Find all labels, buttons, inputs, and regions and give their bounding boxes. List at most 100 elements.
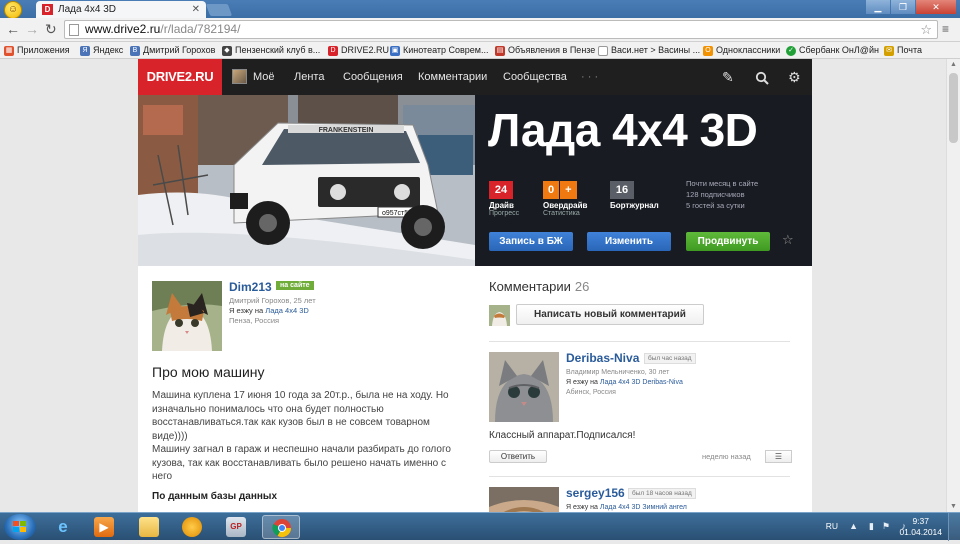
- comment-author-deribas[interactable]: Deribas-Niva: [566, 351, 639, 365]
- bookmark-sberbank[interactable]: ✓ Сбербанк ОнЛ@йн: [786, 42, 879, 58]
- scrollbar-thumb[interactable]: [949, 73, 958, 143]
- taskbar-media-player[interactable]: ▶: [85, 515, 123, 539]
- pencil-icon[interactable]: ✎: [722, 59, 734, 95]
- tray-arrow-icon[interactable]: ▲: [849, 521, 858, 531]
- search-icon[interactable]: [755, 59, 769, 95]
- drive2-favicon-icon: D: [42, 4, 53, 15]
- ie-icon: e: [58, 517, 68, 536]
- nav-communities[interactable]: Сообщества: [503, 59, 567, 95]
- edit-button[interactable]: Изменить: [587, 232, 671, 251]
- write-comment-button[interactable]: Написать новый комментарий: [516, 304, 704, 325]
- nav-comments[interactable]: Комментарии: [418, 59, 487, 95]
- tab-drive2[interactable]: D Лада 4x4 3D ✕: [36, 1, 206, 18]
- taskbar-gp[interactable]: GP: [217, 515, 255, 539]
- bookmark-vasi[interactable]: Васи.нет > Васины ...: [598, 42, 700, 58]
- bookmark-apps[interactable]: ▦ Приложения: [4, 42, 70, 58]
- nav-more[interactable]: · · ·: [581, 59, 598, 95]
- gp-icon: GP: [226, 517, 246, 537]
- url-domain: www.drive2.ru: [85, 22, 161, 36]
- close-window-icon[interactable]: ✕: [916, 0, 956, 14]
- new-tab-button[interactable]: [205, 4, 233, 16]
- db-heading: По данным базы данных: [152, 491, 278, 502]
- stat-overdrive[interactable]: 0 + Овердрайв Статистика: [543, 180, 587, 217]
- vk-icon: B: [130, 46, 140, 56]
- show-desktop-button[interactable]: [948, 513, 960, 541]
- bookmark-cinema[interactable]: ▣ Кинотеатр Соврем...: [390, 42, 489, 58]
- owner-avatar[interactable]: [152, 281, 222, 351]
- chrome-menu-icon[interactable]: ≡: [942, 23, 954, 35]
- browser-tabstrip: ☺ D Лада 4x4 3D ✕ ▁ ❐ ✕: [0, 0, 960, 19]
- car-hero: FRANKENSTEIN о957ст58 Лада 4x4 3D 24 Дра…: [138, 95, 812, 266]
- promote-button[interactable]: Продвинуть: [686, 232, 770, 251]
- car-title: Лада 4x4 3D: [488, 104, 758, 156]
- signal-icon[interactable]: ▮: [869, 521, 874, 532]
- start-button[interactable]: [4, 514, 36, 540]
- bookmark-drive2[interactable]: D DRIVE2.RU: [328, 42, 389, 58]
- nav-messages[interactable]: Сообщения: [343, 59, 403, 95]
- car-photo[interactable]: FRANKENSTEIN о957ст58: [138, 95, 475, 266]
- language-indicator[interactable]: RU: [826, 521, 838, 531]
- comments-divider: [489, 476, 790, 477]
- favorite-star-icon[interactable]: ☆: [782, 232, 794, 248]
- taskbar-explorer[interactable]: [130, 515, 168, 539]
- logbook-count: 16: [610, 181, 634, 199]
- close-tab-icon[interactable]: ✕: [192, 1, 200, 18]
- comment-car-link[interactable]: Лада 4x4 3D Deribas-Niva: [600, 379, 683, 386]
- explorer-folder-icon: [139, 517, 159, 537]
- overdrive-plus-icon[interactable]: +: [560, 181, 577, 199]
- bookmark-mail[interactable]: ✉ Почта: [884, 42, 922, 58]
- bookmark-vk[interactable]: B Дмитрий Горохов: [130, 42, 215, 58]
- comment-time-badge: был час назад: [644, 353, 696, 364]
- comment-author-sergey[interactable]: sergey156: [566, 486, 625, 500]
- owner-car-link[interactable]: Лада 4x4 3D: [265, 306, 309, 315]
- forward-arrow-icon[interactable]: →: [25, 21, 39, 37]
- taskbar-chrome[interactable]: [262, 515, 300, 539]
- nav-my[interactable]: Моё: [253, 59, 275, 95]
- comment-avatar-sergey[interactable]: [489, 487, 559, 512]
- page-icon: [69, 24, 79, 36]
- media-player-icon: ▶: [94, 517, 114, 537]
- stat-logbook[interactable]: 16 Бортжурнал: [610, 180, 659, 210]
- taskbar-winamp[interactable]: [173, 515, 211, 539]
- drive2-logo[interactable]: DRIVE2.RU: [138, 59, 222, 95]
- maximize-icon[interactable]: ❐: [891, 0, 915, 14]
- chrome-icon: [272, 518, 292, 538]
- taskbar-clock[interactable]: 9:37 01.04.2014: [899, 516, 942, 538]
- back-arrow-icon[interactable]: ←: [6, 21, 20, 37]
- comment-menu-icon[interactable]: ☰: [765, 450, 792, 463]
- yandex-icon: Я: [80, 46, 90, 56]
- scroll-down-icon[interactable]: ▼: [950, 503, 957, 510]
- ads-icon: ▤: [495, 46, 505, 56]
- winamp-icon: [182, 517, 202, 537]
- mail-icon: ✉: [884, 46, 894, 56]
- comment-avatar-deribas[interactable]: [489, 352, 559, 422]
- user-avatar-small[interactable]: [232, 69, 247, 84]
- owner-username[interactable]: Dim213: [229, 280, 272, 294]
- flag-icon[interactable]: ⚑: [882, 521, 890, 532]
- stat-drive[interactable]: 24 Драйв Прогресс: [489, 180, 519, 217]
- taskbar-ie[interactable]: e: [44, 515, 82, 539]
- reply-button[interactable]: Ответить: [489, 450, 547, 463]
- minimize-icon[interactable]: ▁: [866, 0, 890, 14]
- about-heading: Про мою машину: [152, 364, 265, 380]
- emoji-extension-icon[interactable]: ☺: [4, 1, 22, 19]
- cinema-icon: ▣: [390, 46, 400, 56]
- address-bar[interactable]: www.drive2.ru/r/lada/782194/ ☆: [64, 20, 938, 39]
- comment-author-info: Я езжу на Лада 4x4 3D Зимний ангел: [566, 504, 687, 511]
- bookmark-yandex[interactable]: Я Яндекс: [80, 42, 123, 58]
- bookmark-club[interactable]: ◆ Пензенский клуб в...: [222, 42, 320, 58]
- owner-info: Дмитрий Горохов, 25 лет Я езжу на Лада 4…: [229, 296, 316, 325]
- gear-icon[interactable]: ⚙: [788, 59, 801, 95]
- scroll-up-icon[interactable]: ▲: [950, 61, 957, 68]
- reload-icon[interactable]: ↻: [45, 21, 57, 38]
- bookmark-star-icon[interactable]: ☆: [920, 21, 932, 38]
- bookmark-ok[interactable]: О Одноклассники: [703, 42, 780, 58]
- drive2-page: DRIVE2.RU Моё Лента Сообщения Комментари…: [138, 59, 812, 512]
- bookmark-ads[interactable]: ▤ Объявления в Пензе: [495, 42, 595, 58]
- drive-count: 24: [489, 181, 513, 199]
- page-scrollbar[interactable]: ▲ ▼: [946, 59, 960, 512]
- logbook-entry-button[interactable]: Запись в БЖ: [489, 232, 573, 251]
- ok-icon: О: [703, 46, 713, 56]
- comment-car-link[interactable]: Лада 4x4 3D Зимний ангел: [600, 504, 687, 511]
- nav-feed[interactable]: Лента: [294, 59, 324, 95]
